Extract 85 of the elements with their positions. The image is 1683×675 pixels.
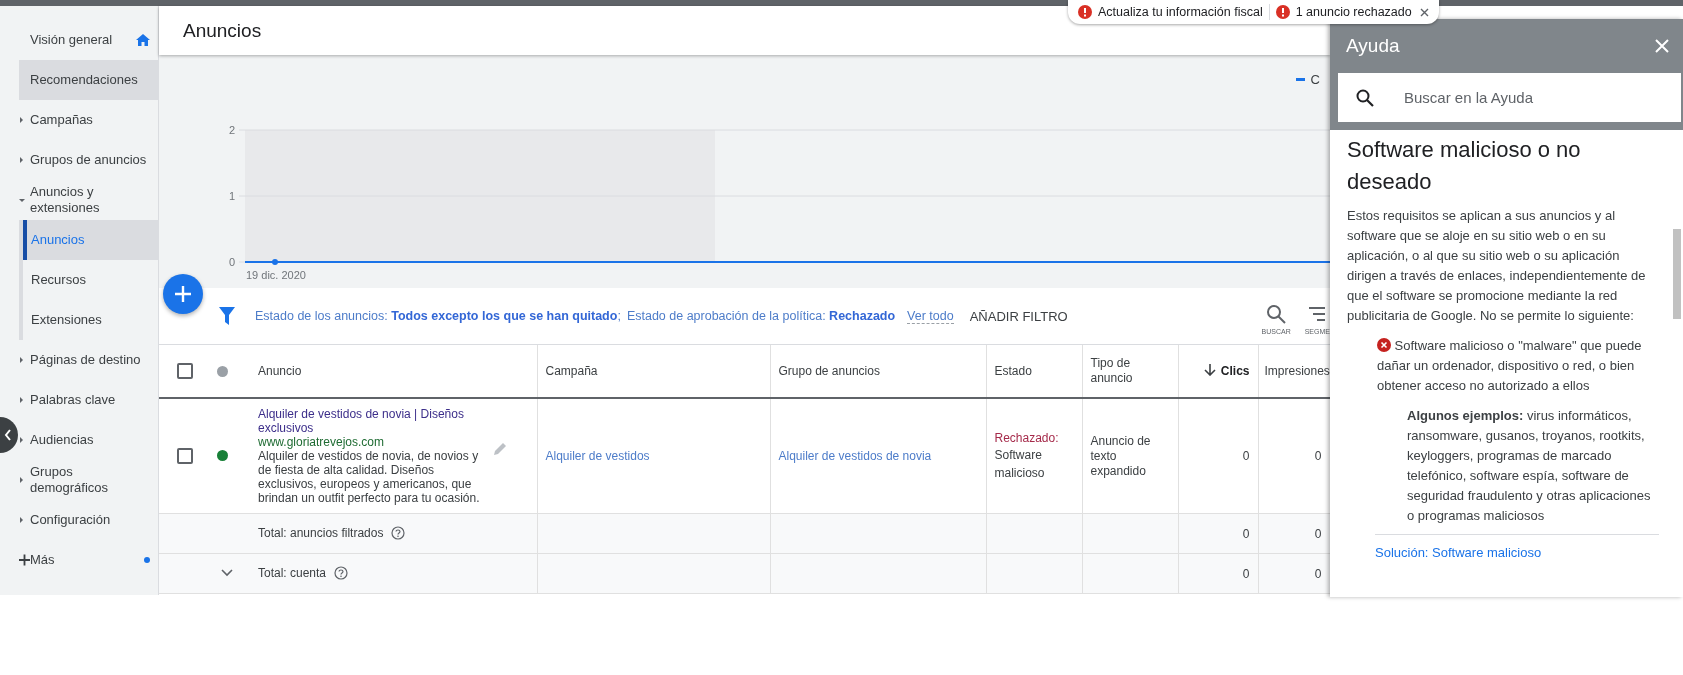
close-icon — [1655, 39, 1669, 53]
nav-item[interactable]: Extensiones — [23, 300, 158, 340]
nav-item[interactable]: Grupos de anuncios — [19, 140, 158, 180]
chevron-icon — [221, 569, 233, 577]
alert-icon — [1078, 5, 1092, 19]
column-header[interactable]: Clics — [1178, 345, 1258, 398]
nav-item[interactable]: Páginas de destino — [19, 340, 158, 380]
examples-text: Algunos ejemplos: virus informáticos, ransomware, gusanos, troyanos, rootkits, keyloggers, programas de marcado telefónico, software espía, software de seguridad fraudulento y otras aplicaciones o programas maliciosos — [1407, 407, 1652, 525]
axis-tick-label: 0 — [228, 256, 235, 268]
caret-icon — [19, 477, 25, 483]
column-header[interactable]: Grupo de anuncios — [770, 345, 986, 398]
table-cell: 0 — [1314, 449, 1322, 464]
total-label: Total: anuncios filtrados — [258, 526, 384, 540]
caret-icon — [19, 357, 25, 363]
nav-item[interactable]: Recursos — [23, 260, 158, 300]
nav-item[interactable]: Más — [19, 540, 158, 580]
filter-icon — [219, 307, 235, 325]
column-header[interactable]: Campaña — [537, 345, 770, 398]
dot-icon — [144, 557, 150, 563]
article-title: Software malicioso o no deseado — [1347, 136, 1582, 196]
ad-headline-link[interactable]: Alquiler de vestidos de novia | Diseños exclusivos — [258, 406, 494, 435]
nav-item[interactable]: Palabras clave — [19, 380, 158, 420]
axis-date-label: 19 dic. 2020 — [246, 269, 306, 279]
search-field[interactable]: Buscar en la Ayuda — [1338, 73, 1681, 122]
scrollbar-thumb[interactable] — [1673, 229, 1681, 319]
filter-chip[interactable]: Estado de aprobación de la política: Rechazado — [626, 309, 896, 323]
panel-title: Ayuda — [1346, 35, 1400, 57]
solution-link[interactable]: Solución: Software malicioso — [1375, 534, 1659, 560]
status-dot — [217, 365, 228, 377]
help-icon — [391, 526, 406, 540]
axis-tick-label: 2 — [228, 124, 235, 136]
nav-item[interactable]: Audiencias — [19, 420, 158, 460]
search-icon — [1266, 303, 1287, 324]
filter-chip[interactable]: Estado de los anuncios: Todos excepto los que se han quitado; — [255, 309, 621, 323]
nav-item[interactable]: Grupos demográficos — [19, 460, 158, 500]
table-cell: 0 — [1242, 449, 1250, 464]
data-point — [272, 259, 278, 265]
view-all-link[interactable]: Ver todo — [907, 308, 954, 324]
caret-icon — [19, 397, 25, 403]
plus-icon — [19, 554, 30, 566]
nav-item[interactable]: Campañas — [19, 100, 158, 140]
caret-icon — [19, 437, 25, 443]
expand-button[interactable] — [221, 569, 233, 577]
legend-label: C — [1310, 71, 1320, 87]
notification-text[interactable]: 1 anuncio rechazado — [1295, 5, 1412, 19]
axis-tick-label: 1 — [228, 190, 235, 202]
error-icon — [1377, 338, 1391, 352]
chevron-left-icon — [4, 429, 12, 441]
caret-icon — [19, 157, 25, 163]
help-icon — [334, 566, 349, 580]
close-icon — [1419, 7, 1429, 17]
rule-text: Software malicioso o "malware" que puede dañar un ordenador, dispositivo o red, o bien obtener acceso no autorizado a ellos — [1377, 337, 1643, 395]
ad-url: www.gloriatrevejos.com — [258, 434, 386, 449]
table-cell: Anuncio de texto expandido — [1090, 434, 1151, 479]
table-cell: 0 — [1242, 526, 1250, 541]
alert-icon — [1275, 5, 1290, 19]
table-cell: 0 — [1314, 566, 1322, 581]
caret-icon — [19, 517, 25, 523]
total-label: Total: cuenta — [258, 566, 327, 580]
home-icon — [136, 34, 150, 46]
plus-icon — [175, 286, 191, 302]
arrow-down-icon — [1203, 363, 1216, 376]
nav-item[interactable]: Recomendaciones — [19, 60, 158, 100]
column-header[interactable]: Anuncio — [250, 345, 537, 398]
column-header[interactable]: Tipo de anuncio — [1082, 345, 1178, 398]
table-cell: 0 — [1242, 566, 1250, 581]
checkbox[interactable] — [177, 363, 193, 379]
column-header[interactable]: Estado — [986, 345, 1082, 398]
add-button[interactable] — [163, 274, 203, 314]
nav-item[interactable]: Configuración — [19, 500, 158, 540]
campaign-link[interactable]: Alquiler de vestidos — [545, 449, 650, 464]
checkbox[interactable] — [177, 447, 193, 464]
table-cell: 0 — [1314, 526, 1322, 541]
nav-item[interactable]: Anuncios y extensiones — [19, 180, 158, 220]
status-label[interactable]: Rechazado: — [994, 429, 1074, 446]
caret-icon — [19, 117, 25, 123]
caret-icon — [19, 197, 25, 203]
ad-group-link[interactable]: Alquiler de vestidos de novia — [778, 449, 932, 464]
notification-text[interactable]: Actualiza tu información fiscal — [1098, 5, 1263, 19]
ad-description: Alquiler de vestidos de novia, de novios y de fiesta de alta calidad. Diseños exclusivos, europeos y americanos, que brindan un outfit perfecto para tu ocasión. — [258, 448, 481, 505]
add-filter-button[interactable]: AÑADIR FILTRO — [963, 307, 1074, 325]
nav-item[interactable]: Visión general — [19, 20, 158, 60]
pencil-icon — [494, 442, 507, 456]
status-reason[interactable]: Software malicioso — [994, 445, 1074, 482]
article-text: Estos requisitos se aplican a sus anuncios y al software que se aloje en su sitio web o en su aplicación, o al que su sitio web o su aplicación dirigen a través de enlaces, independientemente de que el software se promocione mediante la red publicitaria de Google. No se permite lo siguiente: — [1347, 207, 1647, 325]
